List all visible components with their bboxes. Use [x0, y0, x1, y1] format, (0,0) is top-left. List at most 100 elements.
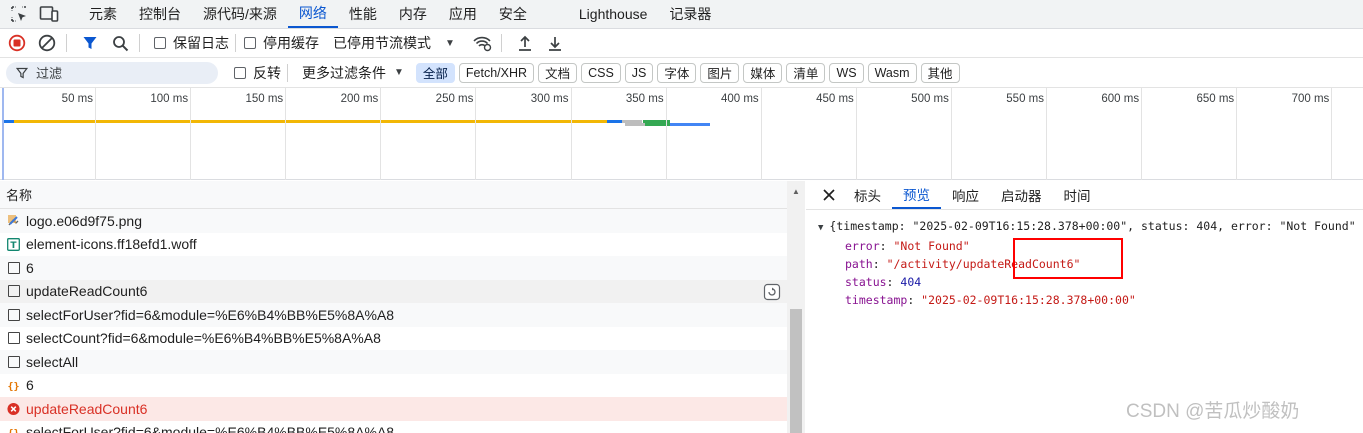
throttling-select[interactable]: 已停用节流模式 ▼: [333, 33, 455, 53]
request-name: selectAll: [26, 353, 79, 370]
request-name: selectForUser?fid=6&module=%E6%B4%BB%E5%…: [26, 306, 395, 323]
replay-xhr-icon[interactable]: [763, 283, 781, 301]
preserve-log-checkbox[interactable]: 保留日志: [154, 33, 229, 53]
tab-4[interactable]: 性能: [338, 0, 388, 28]
inspect-element-icon[interactable]: [8, 3, 30, 25]
detail-tab-1[interactable]: 预览: [892, 181, 941, 209]
type-filter-11[interactable]: 其他: [920, 62, 960, 83]
overview-selection-handle[interactable]: [2, 88, 4, 180]
tab-0[interactable]: 元素: [78, 0, 128, 28]
tab-1[interactable]: 控制台: [128, 0, 192, 28]
invert-checkbox[interactable]: 反转: [234, 63, 281, 83]
expand-triangle-icon[interactable]: ▼: [818, 219, 823, 237]
json-property[interactable]: timestamp: "2025-02-09T16:15:28.378+00:0…: [806, 291, 1363, 309]
checkbox-box[interactable]: [244, 37, 256, 49]
overview-tick-label: 600 ms: [1101, 93, 1140, 105]
preserve-log-label: 保留日志: [173, 35, 229, 51]
table-row[interactable]: selectForUser?fid=6&module=%E6%B4%BB%E5%…: [0, 303, 787, 327]
watermark: CSDN @苦瓜炒酸奶: [1126, 401, 1300, 422]
json-icon: {}: [7, 426, 20, 433]
detail-tab-4[interactable]: 时间: [1053, 181, 1102, 209]
timeline-overview[interactable]: 50 ms 100 ms 150 ms 200 ms 250 ms 300 ms 350 m…: [0, 88, 1363, 180]
table-row[interactable]: {} 6: [0, 373, 787, 397]
overview-gridline: [570, 88, 572, 180]
device-toolbar-icon[interactable]: [38, 3, 60, 25]
type-filter-1[interactable]: Fetch/XHR: [458, 62, 535, 83]
font-file-icon: T: [7, 237, 20, 251]
document-icon: [7, 308, 20, 321]
overview-gridline: [475, 88, 477, 180]
table-row[interactable]: {} selectForUser?fid=6&module=%E6%B4%BB%E…: [0, 420, 787, 433]
tab-9[interactable]: 记录器: [658, 0, 722, 28]
json-key: status: [845, 275, 887, 289]
search-icon[interactable]: [107, 30, 133, 56]
throttling-value: 已停用节流模式: [333, 35, 431, 51]
json-property[interactable]: error: "Not Found": [806, 237, 1363, 255]
overview-tick-label: 400 ms: [720, 93, 759, 105]
tab-8[interactable]: Lighthouse: [568, 0, 659, 28]
table-row[interactable]: updateReadCount6: [0, 279, 787, 303]
checkbox-box[interactable]: [234, 66, 246, 79]
svg-text:{}: {}: [7, 381, 19, 392]
json-property[interactable]: status: 404: [806, 273, 1363, 291]
type-filter-0[interactable]: 全部: [415, 62, 455, 83]
detail-tab-2[interactable]: 响应: [941, 181, 990, 209]
export-har-icon[interactable]: [542, 30, 568, 56]
json-properties: error: "Not Found" path: "/activity/updat…: [806, 237, 1363, 309]
more-filters-dropdown[interactable]: 更多过滤条件 ▼: [302, 63, 404, 83]
table-row[interactable]: updateReadCount6: [0, 397, 787, 421]
checkbox-box[interactable]: [154, 37, 166, 49]
table-row[interactable]: 6: [0, 256, 787, 280]
name-column-header[interactable]: 名称: [0, 181, 787, 209]
json-value: "Not Found": [893, 239, 970, 253]
filter-icon[interactable]: [77, 30, 103, 56]
json-property[interactable]: path: "/activity/updateReadCount6": [806, 255, 1363, 273]
document-icon: [7, 355, 20, 368]
tab-5[interactable]: 内存: [388, 0, 438, 28]
tab-7[interactable]: 安全: [488, 0, 538, 28]
filter-input[interactable]: 过滤: [6, 61, 218, 84]
scrollbar-thumb[interactable]: [790, 309, 802, 433]
detail-tab-3[interactable]: 启动器: [990, 181, 1053, 209]
json-key: error: [845, 239, 880, 253]
waterfall-bar: [625, 123, 645, 126]
disable-cache-checkbox[interactable]: 停用缓存: [244, 33, 319, 53]
detail-tab-0[interactable]: 标头: [843, 181, 892, 209]
resource-type-filters: 全部 Fetch/XHR 文档 CSS JS 字体 图片 媒体 清单 WS Wasm 其他: [415, 62, 964, 83]
table-row[interactable]: selectAll: [0, 350, 787, 374]
type-filter-6[interactable]: 图片: [700, 62, 740, 83]
import-har-icon[interactable]: [512, 30, 538, 56]
overview-gridline: [760, 88, 762, 180]
type-filter-5[interactable]: 字体: [657, 62, 697, 83]
type-filter-2[interactable]: 文档: [538, 62, 578, 83]
scroll-up-icon[interactable]: ▲: [792, 187, 800, 196]
scrollbar[interactable]: ▲: [787, 181, 805, 433]
stop-recording-icon[interactable]: [4, 30, 30, 56]
json-colon: :: [907, 293, 922, 307]
type-filter-9[interactable]: WS: [829, 62, 864, 83]
tab-6[interactable]: 应用: [438, 0, 488, 28]
overview-tick-label: 550 ms: [1006, 93, 1044, 105]
type-filter-10[interactable]: Wasm: [867, 62, 917, 83]
type-filter-3[interactable]: CSS: [581, 62, 621, 83]
filter-bar: 过滤 反转 更多过滤条件 ▼ 全部 Fetch/XHR 文档 CSS JS 字体 图片 媒体清…: [0, 58, 1363, 88]
tab-3[interactable]: 网络: [287, 0, 338, 28]
json-value: "/activity/updateReadCount6": [886, 257, 1081, 271]
json-colon: :: [879, 239, 894, 253]
tab-2[interactable]: 源代码/来源: [192, 0, 288, 28]
type-filter-8[interactable]: 清单: [786, 62, 826, 83]
image-file-icon: [7, 214, 20, 227]
close-icon[interactable]: [815, 181, 843, 209]
request-name: 6: [26, 259, 34, 276]
overview-gridline: [1236, 88, 1238, 180]
json-summary-line[interactable]: ▼ {timestamp: "2025-02-09T16:15:28.378+00…: [806, 217, 1363, 237]
overview-tick-label: 500 ms: [911, 93, 949, 105]
table-row[interactable]: Telement-icons.ff18efd1.woff: [0, 232, 787, 256]
network-conditions-icon[interactable]: [469, 30, 495, 56]
type-filter-7[interactable]: 媒体: [743, 62, 783, 83]
clear-icon[interactable]: [34, 30, 60, 56]
table-row[interactable]: logo.e06d9f75.png: [0, 209, 787, 233]
table-row[interactable]: selectCount?fid=6&module=%E6%B4%BB%E5%8A…: [0, 326, 787, 350]
type-filter-4[interactable]: JS: [624, 62, 654, 83]
json-value: 404: [900, 275, 922, 289]
